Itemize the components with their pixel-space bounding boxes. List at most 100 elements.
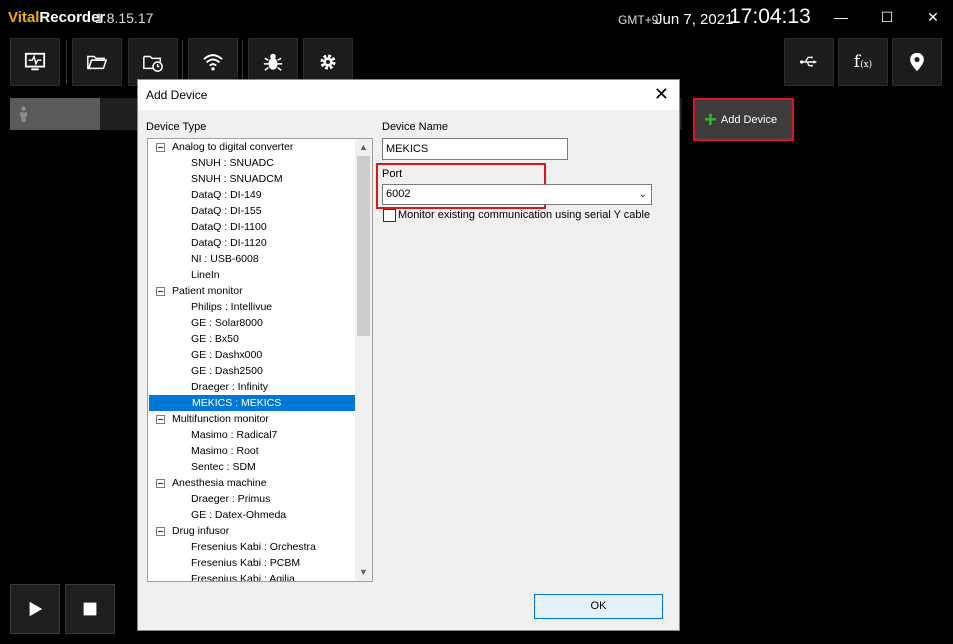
scroll-thumb[interactable]	[357, 156, 370, 336]
stop-icon	[83, 602, 97, 616]
tree-item[interactable]: MEKICS : MEKICS	[149, 395, 357, 411]
port-value: 6002	[386, 188, 411, 200]
monitor-icon	[24, 52, 46, 71]
bed-tab[interactable]	[10, 98, 100, 130]
collapse-icon[interactable]	[156, 527, 165, 536]
tree-row-label: Sentec : SDM	[191, 461, 256, 473]
tree-item[interactable]: Masimo : Radical7	[148, 427, 357, 443]
tree-row-label: Philips : Intellivue	[191, 301, 273, 313]
tree-item[interactable]: SNUH : SNUADC	[148, 155, 357, 171]
tree-row-label: Masimo : Radical7	[191, 429, 278, 441]
wifi-icon	[203, 54, 223, 71]
tree-category[interactable]: Analog to digital converter	[148, 139, 357, 155]
usb-button[interactable]	[784, 38, 834, 86]
tree-row-label: Masimo : Root	[191, 445, 259, 457]
tree-row-label: DataQ : DI-155	[191, 205, 262, 217]
tree-item[interactable]: GE : Solar8000	[148, 315, 357, 331]
ok-button[interactable]: OK	[534, 594, 663, 619]
add-device-button[interactable]: + Add Device	[693, 98, 794, 141]
tree-row-label: Drug infusor	[172, 525, 230, 537]
close-window-button[interactable]: ✕	[918, 6, 948, 28]
folder-clock-icon	[143, 55, 163, 72]
toolbar-separator	[66, 40, 67, 84]
plus-icon: +	[704, 106, 717, 132]
monitor-button[interactable]	[10, 38, 60, 86]
tree-item[interactable]: DataQ : DI-155	[148, 203, 357, 219]
tree-item[interactable]: GE : Dashx000	[148, 347, 357, 363]
tree-item[interactable]: NI : USB-6008	[148, 251, 357, 267]
tree-row-label: SNUH : SNUADC	[191, 157, 274, 169]
location-pin-icon	[910, 52, 924, 72]
tree-row-label: NI : USB-6008	[191, 253, 259, 265]
add-device-label: Add Device	[720, 113, 778, 126]
tree-row-label: Fresenius Kabi : PCBM	[191, 557, 301, 569]
tree-item[interactable]: Fresenius Kabi : Orchestra	[148, 539, 357, 555]
tree-item[interactable]: Fresenius Kabi : PCBM	[148, 555, 357, 571]
location-button[interactable]	[892, 38, 942, 86]
scroll-down-icon[interactable]: ▼	[355, 564, 372, 581]
folder-open-icon	[87, 55, 108, 70]
tree-row-label: SNUH : SNUADCM	[191, 173, 283, 185]
tree-item[interactable]: Philips : Intellivue	[148, 299, 357, 315]
tree-row-label: GE : Solar8000	[191, 317, 263, 329]
collapse-icon[interactable]	[156, 287, 165, 296]
collapse-icon[interactable]	[156, 143, 165, 152]
tree-row-label: DataQ : DI-1120	[191, 237, 267, 249]
collapse-icon[interactable]	[156, 479, 165, 488]
tree-row-label: Patient monitor	[172, 285, 243, 297]
stop-button[interactable]	[65, 584, 115, 634]
open-folder-button[interactable]	[72, 38, 122, 86]
port-label: Port	[382, 168, 403, 180]
tree-category[interactable]: Anesthesia machine	[148, 475, 357, 491]
tree-row-label: DataQ : DI-149	[191, 189, 262, 201]
tree-row-label: Analog to digital converter	[172, 141, 294, 153]
tree-category[interactable]: Drug infusor	[148, 523, 357, 539]
tree-item[interactable]: GE : Dash2500	[148, 363, 357, 379]
tree-item[interactable]: Fresenius Kabi : Agilia	[148, 571, 357, 582]
collapse-icon[interactable]	[156, 415, 165, 424]
scroll-up-icon[interactable]: ▲	[355, 139, 372, 156]
tree-item[interactable]: DataQ : DI-1100	[148, 219, 357, 235]
brand-vital: Vital	[8, 9, 40, 26]
minimize-button[interactable]: —	[826, 6, 856, 28]
tree-row-label: GE : Dashx000	[191, 349, 263, 361]
tree-item[interactable]: SNUH : SNUADCM	[148, 171, 357, 187]
tree-scrollbar[interactable]: ▲ ▼	[355, 139, 372, 581]
tree-category[interactable]: Multifunction monitor	[148, 411, 357, 427]
gear-icon	[320, 54, 336, 70]
tree-item[interactable]: Draeger : Primus	[148, 491, 357, 507]
tree-row-label: Draeger : Infinity	[191, 381, 269, 393]
title-bar: VitalRecorder 1.8.15.17 GMT+9 Jun 7, 202…	[0, 0, 953, 36]
tree-item[interactable]: GE : Bx50	[148, 331, 357, 347]
tree-row-label: Fresenius Kabi : Agilia	[191, 573, 295, 582]
tree-row-label: GE : Datex-Ohmeda	[191, 509, 287, 521]
monitor-serial-checkbox[interactable]	[383, 209, 396, 222]
device-name-input[interactable]: MEKICS	[382, 138, 568, 160]
tree-item[interactable]: DataQ : DI-149	[148, 187, 357, 203]
dialog-close-icon[interactable]: ✕	[654, 85, 669, 103]
app-brand: VitalRecorder	[8, 9, 105, 26]
tree-item[interactable]: GE : Datex-Ohmeda	[148, 507, 357, 523]
device-name-label: Device Name	[382, 121, 449, 133]
function-button[interactable]: f(x)	[838, 38, 888, 86]
maximize-button[interactable]: ☐	[872, 6, 902, 28]
port-select[interactable]: 6002 ⌄	[382, 184, 652, 205]
tree-row-label: MEKICS : MEKICS	[192, 397, 282, 409]
dialog-title: Add Device	[146, 88, 208, 102]
tree-row-label: GE : Bx50	[191, 333, 239, 345]
tree-item[interactable]: DataQ : DI-1120	[148, 235, 357, 251]
app-version: 1.8.15.17	[95, 10, 154, 26]
tree-item[interactable]: LineIn	[148, 267, 357, 283]
device-type-tree[interactable]: Analog to digital converter SNUH : SNUADC…	[147, 138, 373, 582]
tree-row-label: LineIn	[191, 269, 220, 281]
tree-row-label: GE : Dash2500	[191, 365, 263, 377]
tree-item[interactable]: Masimo : Root	[148, 443, 357, 459]
play-icon	[29, 601, 43, 617]
dialog-title-bar: Add Device ✕	[138, 80, 679, 110]
person-icon	[19, 106, 28, 122]
tree-row-label: Multifunction monitor	[172, 413, 269, 425]
tree-item[interactable]: Sentec : SDM	[148, 459, 357, 475]
tree-item[interactable]: Draeger : Infinity	[148, 379, 357, 395]
play-button[interactable]	[10, 584, 60, 634]
tree-category[interactable]: Patient monitor	[148, 283, 357, 299]
